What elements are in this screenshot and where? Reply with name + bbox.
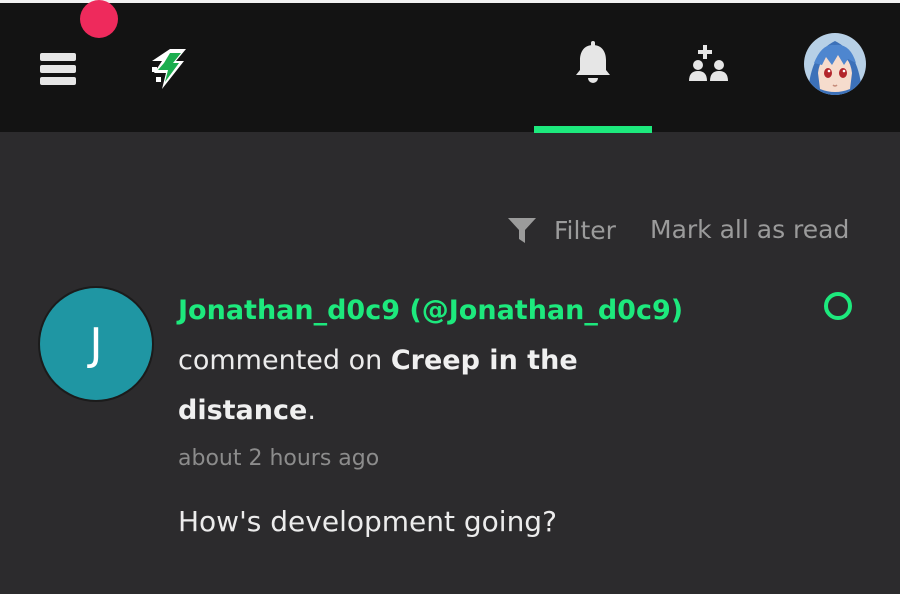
notification-action-line-2: distance. [178,386,798,436]
notification-badge [80,0,118,38]
notification-author-avatar[interactable]: J [40,288,152,400]
lightning-bolt-logo-icon [152,49,186,89]
notifications-tab[interactable] [568,39,618,89]
bell-icon [576,41,610,83]
notification-action-line: commented on Creep in the [178,336,798,386]
hamburger-menu-icon [40,53,76,85]
notification-timestamp: about 2 hours ago [178,446,380,471]
active-tab-indicator [534,126,652,133]
filter-label: Filter [554,215,616,245]
notifications-page: Filter Mark all as read J Jonathan_d0c9 … [0,0,900,594]
menu-button[interactable] [30,41,86,97]
unread-circle-icon[interactable] [824,292,852,320]
profile-avatar[interactable] [804,33,866,95]
user-avatar-image [804,33,866,95]
post-title-link[interactable]: Creep in the [391,345,578,376]
filter-button[interactable]: Filter [506,210,616,250]
app-logo[interactable] [148,47,190,91]
mark-all-read-button[interactable]: Mark all as read [650,210,849,250]
notification-item: Jonathan_d0c9 (@Jonathan_d0c9) commented… [178,286,798,476]
post-title-link-continued[interactable]: distance [178,395,307,426]
add-person-group-icon [689,45,728,81]
author-link[interactable]: Jonathan_d0c9 (@Jonathan_d0c9) [178,286,798,336]
sentence-end: . [307,395,316,426]
comment-text: How's development going? [178,505,557,538]
people-tab[interactable] [683,39,737,89]
app-header [0,3,900,133]
action-text: commented on [178,345,391,376]
funnel-icon [508,218,536,243]
